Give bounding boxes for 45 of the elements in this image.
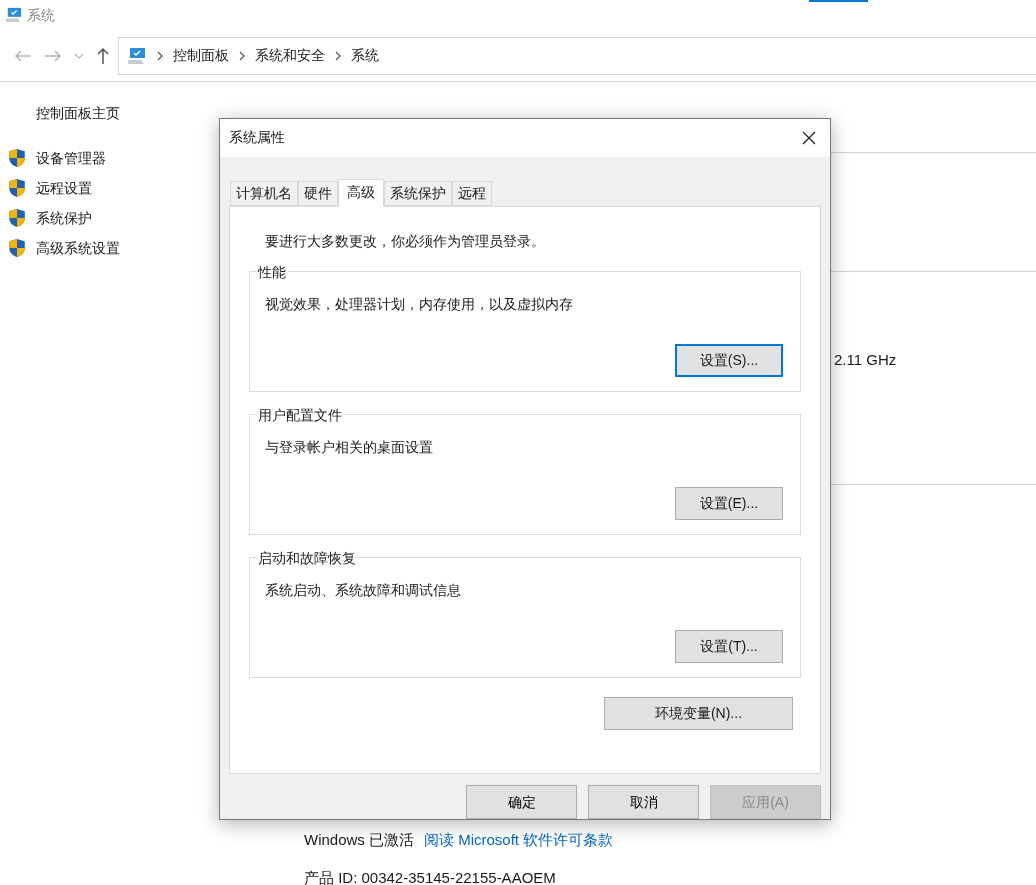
tab[interactable]: 计算机名: [230, 180, 298, 206]
environment-variables-button[interactable]: 环境变量(N)...: [604, 696, 793, 730]
tab[interactable]: 系统保护: [384, 180, 452, 206]
admin-notice: 要进行大多数更改，你必须作为管理员登录。: [265, 232, 545, 249]
chevron-icon: [157, 50, 163, 61]
accent-bar: [809, 0, 868, 2]
close-icon[interactable]: [802, 130, 816, 145]
dialog-title: 系统属性: [229, 128, 285, 148]
tab[interactable]: 硬件: [298, 180, 338, 206]
shield-icon: [8, 238, 26, 258]
shield-icon: [8, 148, 26, 168]
breadcrumb[interactable]: 系统: [351, 45, 379, 66]
window-title: 系统: [27, 5, 55, 25]
shield-icon: [8, 178, 26, 198]
up-icon[interactable]: [96, 46, 110, 65]
tab[interactable]: 高级: [338, 178, 384, 207]
sidebar-link[interactable]: 高级系统设置: [36, 237, 120, 259]
sidebar-link[interactable]: 设备管理器: [36, 147, 106, 169]
settings-button[interactable]: 设置(T)...: [675, 629, 783, 663]
computer-icon: [127, 46, 147, 65]
chevron-icon: [335, 50, 341, 61]
forward-icon[interactable]: [44, 48, 62, 63]
product-id: 产品 ID: 00342-35145-22155-AAOEM: [304, 868, 556, 885]
sidebar-link[interactable]: 控制面板主页: [36, 105, 120, 121]
dialog-button[interactable]: 确定: [466, 785, 577, 819]
dialog-button[interactable]: 取消: [588, 785, 699, 819]
settings-button[interactable]: 设置(S)...: [675, 343, 783, 377]
chevron-icon: [239, 50, 245, 61]
shield-icon: [8, 208, 26, 228]
group-description: 系统启动、系统故障和调试信息: [265, 581, 461, 598]
dropdown-icon[interactable]: [74, 52, 84, 59]
tab[interactable]: 远程: [452, 180, 492, 206]
sidebar-link[interactable]: 系统保护: [36, 207, 92, 229]
breadcrumb[interactable]: 系统和安全: [255, 45, 325, 66]
activation-status: Windows 已激活: [304, 830, 415, 850]
breadcrumb[interactable]: 控制面板: [173, 45, 229, 66]
address-bar[interactable]: 控制面板 系统和安全 系统: [118, 36, 1036, 75]
back-icon[interactable]: [14, 48, 32, 63]
computer-icon: [5, 7, 23, 23]
processor-speed: 2.11 GHz: [834, 351, 897, 368]
group-description: 与登录帐户相关的桌面设置: [265, 438, 433, 455]
group-description: 视觉效果，处理器计划，内存使用，以及虚拟内存: [265, 295, 573, 312]
sidebar-link[interactable]: 远程设置: [36, 177, 92, 199]
license-link[interactable]: 阅读 Microsoft 软件许可条款: [424, 829, 614, 852]
settings-button[interactable]: 设置(E)...: [675, 486, 783, 520]
